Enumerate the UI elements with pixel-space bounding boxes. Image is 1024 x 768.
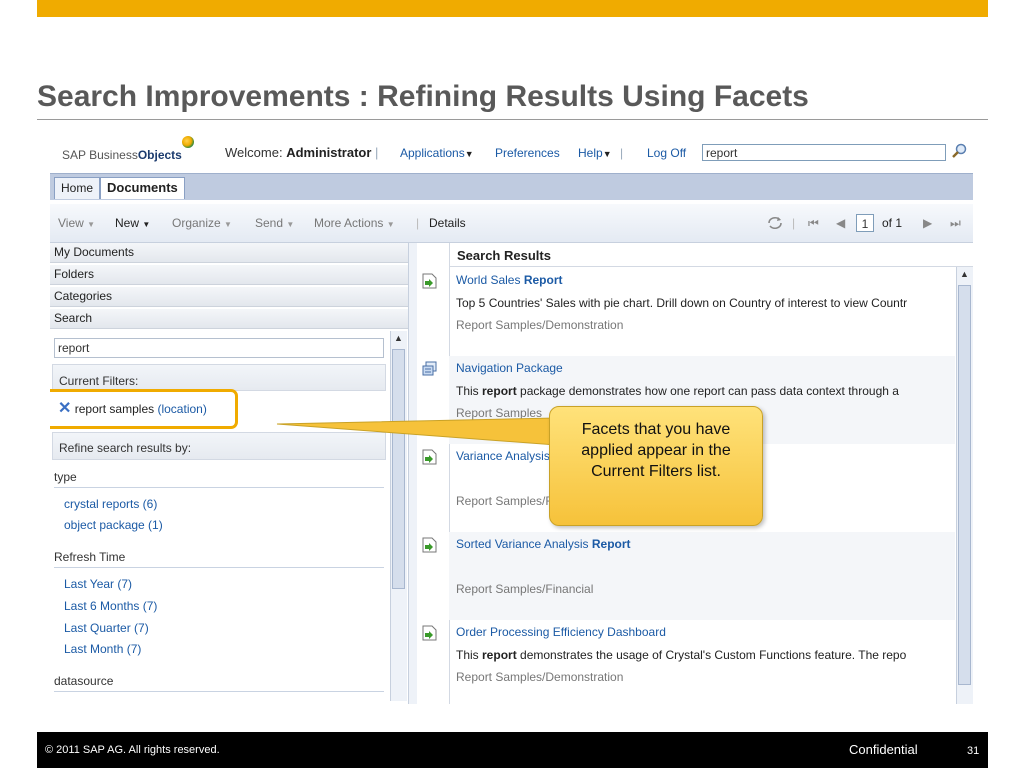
facet-group-refresh-time[interactable]: Refresh Time (54, 550, 125, 564)
new-menu[interactable]: New ▼ (115, 216, 150, 230)
result-title[interactable]: Variance Analysis (456, 449, 550, 463)
last-page-icon[interactable]: ⏭ (950, 216, 961, 231)
left-panel: My Documents Folders Categories Search r… (50, 243, 408, 704)
result-item[interactable]: Order Processing Efficiency Dashboard Th… (449, 620, 955, 704)
header-search-input[interactable]: report (702, 144, 946, 161)
slide-title: Search Improvements : Refining Results U… (37, 80, 809, 113)
refresh-icon[interactable] (766, 215, 784, 231)
facet-item[interactable]: object package (1) (64, 518, 163, 532)
chevron-down-icon: ▼ (142, 220, 151, 229)
result-item[interactable]: World Sales Report Top 5 Countries' Sale… (449, 268, 955, 356)
search-results-header: Search Results (449, 243, 973, 267)
scrollbar-thumb[interactable] (392, 349, 405, 589)
toolbar-separator: | (416, 216, 420, 230)
section-my-documents[interactable]: My Documents (50, 243, 408, 263)
prev-page-icon[interactable]: ◀ (836, 216, 845, 230)
send-menu[interactable]: Send ▼ (255, 216, 294, 230)
copyright: © 2011 SAP AG. All rights reserved. (45, 744, 220, 756)
result-path: Report Samples/Fi (456, 494, 556, 508)
details-button[interactable]: Details (429, 216, 466, 230)
crystal-report-icon (422, 537, 437, 553)
result-path: Report Samples/Demonstration (456, 670, 624, 684)
callout-box: Facets that you have applied appear in t… (549, 406, 763, 526)
crystal-report-icon (422, 449, 437, 465)
toolbar: View ▼ New ▼ Organize ▼ Send ▼ More Acti… (50, 204, 973, 243)
page-count: of 1 (882, 216, 903, 230)
tab-bar: Home Documents (50, 173, 973, 200)
facet-divider (54, 567, 384, 568)
facet-search-input[interactable]: report (54, 338, 384, 358)
search-icon[interactable] (951, 143, 967, 159)
scroll-up-icon[interactable]: ▲ (394, 333, 403, 343)
results-scrollbar[interactable]: ▲ (956, 267, 973, 704)
slide-footer: © 2011 SAP AG. All rights reserved. Conf… (37, 732, 988, 768)
user-name: Administrator (286, 145, 372, 160)
applications-menu[interactable]: Applications▼ (400, 146, 474, 160)
callout-text: Facets that you have applied appear in t… (581, 421, 731, 480)
first-page-icon[interactable]: ⏮ (808, 216, 819, 231)
result-title[interactable]: Order Processing Efficiency Dashboard (456, 625, 666, 639)
left-scrollbar[interactable]: ▲ (390, 331, 407, 701)
preferences-link[interactable]: Preferences (495, 146, 560, 160)
result-title[interactable]: World Sales Report (456, 273, 562, 287)
facet-group-datasource[interactable]: datasource (54, 674, 113, 688)
page-number: 31 (967, 745, 980, 757)
top-accent-bar (37, 0, 988, 17)
result-path: Report Samples (456, 406, 543, 420)
sap-businessobjects-logo: SAP BusinessObjects (62, 136, 194, 162)
logo-ball-icon (182, 136, 194, 148)
facet-item[interactable]: Last Month (7) (64, 642, 141, 656)
result-description: This report package demonstrates how one… (456, 384, 899, 398)
result-description: Top 5 Countries' Sales with pie chart. D… (456, 296, 908, 310)
filter-highlight-box (50, 389, 238, 429)
chevron-down-icon: ▼ (286, 220, 295, 229)
organize-menu[interactable]: Organize ▼ (172, 216, 232, 230)
view-menu[interactable]: View ▼ (58, 216, 95, 230)
result-path: Report Samples/Financial (456, 582, 594, 596)
section-folders[interactable]: Folders (50, 265, 408, 285)
logoff-link[interactable]: Log Off (647, 146, 686, 160)
facet-item[interactable]: Last Year (7) (64, 577, 132, 591)
chevron-down-icon: ▼ (224, 220, 232, 229)
scroll-up-icon[interactable]: ▲ (960, 269, 969, 279)
result-title[interactable]: Sorted Variance Analysis Report (456, 537, 631, 551)
facet-group-type[interactable]: type (54, 470, 77, 484)
refine-header: Refine search results by: (52, 432, 386, 460)
more-actions-menu[interactable]: More Actions ▼ (314, 216, 395, 230)
result-description: This report demonstrates the usage of Cr… (456, 648, 907, 662)
toolbar-separator: | (792, 216, 796, 230)
help-menu[interactable]: Help▼ (578, 146, 612, 160)
result-path: Report Samples/Demonstration (456, 318, 624, 332)
facet-item[interactable]: Last Quarter (7) (64, 621, 149, 635)
current-filters-header: Current Filters: (52, 364, 386, 391)
facet-divider (54, 691, 384, 692)
tab-documents[interactable]: Documents (100, 177, 185, 199)
app-header: SAP BusinessObjects Welcome: Administrat… (50, 128, 973, 172)
facet-divider (54, 487, 384, 488)
facet-item[interactable]: crystal reports (6) (64, 497, 157, 511)
tab-home[interactable]: Home (54, 177, 101, 199)
scrollbar-thumb[interactable] (958, 285, 971, 685)
next-page-icon[interactable]: ▶ (923, 216, 932, 230)
header-separator: | (620, 146, 624, 160)
bi-launchpad-screenshot: SAP BusinessObjects Welcome: Administrat… (50, 128, 973, 704)
chevron-down-icon: ▼ (386, 220, 395, 229)
object-package-icon (422, 361, 437, 376)
chevron-down-icon: ▼ (464, 149, 474, 159)
crystal-report-icon (422, 625, 437, 641)
result-title[interactable]: Navigation Package (456, 361, 563, 375)
chevron-down-icon: ▼ (602, 149, 612, 159)
result-item[interactable]: Sorted Variance Analysis Report Report S… (449, 532, 955, 620)
crystal-report-icon (422, 273, 437, 289)
facet-item[interactable]: Last 6 Months (7) (64, 599, 157, 613)
page-number-input[interactable]: 1 (856, 214, 874, 232)
section-search[interactable]: Search (50, 309, 408, 329)
section-categories[interactable]: Categories (50, 287, 408, 307)
welcome-text: Welcome: Administrator | (225, 145, 379, 160)
confidential-label: Confidential (849, 742, 918, 757)
chevron-down-icon: ▼ (87, 220, 96, 229)
title-divider (37, 119, 988, 120)
